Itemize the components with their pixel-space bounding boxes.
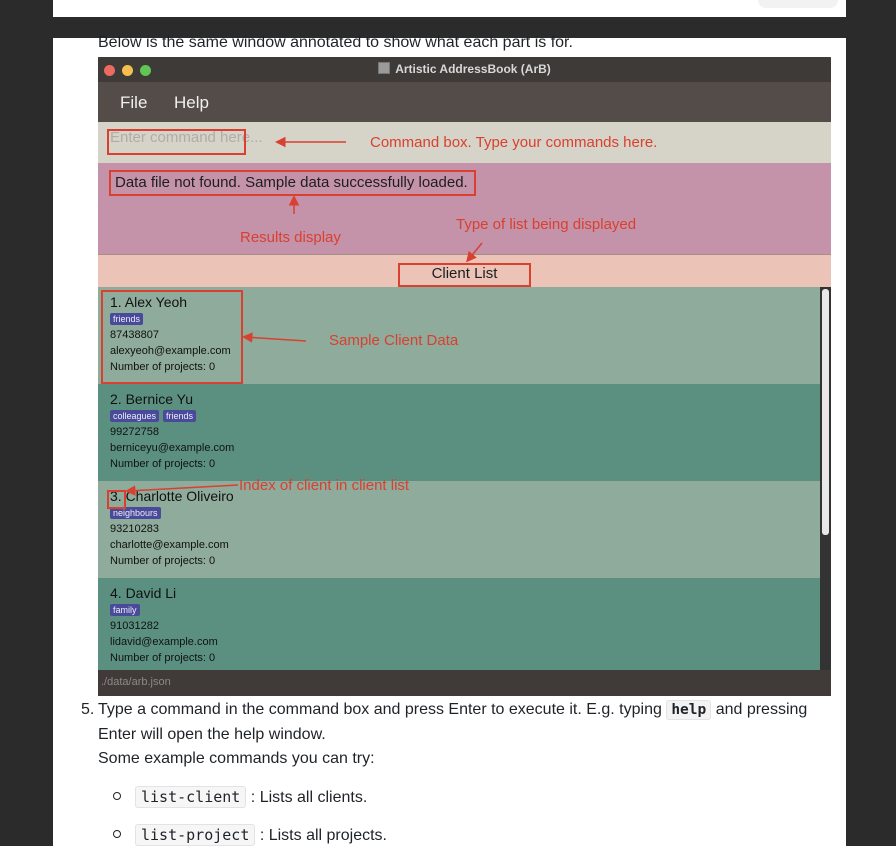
- example-command: list-client: [135, 786, 247, 808]
- list-type-arrow: [466, 242, 483, 263]
- doc-page: Below is the same window annotated to sh…: [53, 34, 846, 846]
- example-description: : Lists all clients.: [250, 789, 368, 806]
- example-item: list-project : Lists all projects.: [113, 824, 387, 846]
- step-5: 5. Type a command in the command box and…: [81, 698, 841, 772]
- help-command-code: help: [666, 700, 712, 720]
- example-command: list-project: [135, 824, 256, 846]
- example-description: : Lists all projects.: [259, 827, 387, 844]
- app-window-screenshot: Artistic AddressBook (ArB) File Help Ent…: [98, 57, 831, 696]
- bullet-icon: [113, 792, 121, 800]
- sample-data-arrow: [242, 332, 307, 343]
- bullet-icon: [113, 830, 121, 838]
- index-arrow: [125, 484, 239, 496]
- card-shadow: [758, 0, 838, 8]
- step-text-before: Type a command in the command box and pr…: [98, 701, 662, 718]
- annotation-arrows: [125, 136, 483, 496]
- step-text: Type a command in the command box and pr…: [98, 698, 841, 747]
- examples-intro: Some example commands you can try:: [98, 750, 375, 767]
- example-item: list-client : Lists all clients.: [113, 786, 368, 808]
- step-number: 5.: [81, 701, 95, 718]
- previous-content-card: [53, 0, 846, 17]
- intro-text: Below is the same window annotated to sh…: [98, 34, 573, 51]
